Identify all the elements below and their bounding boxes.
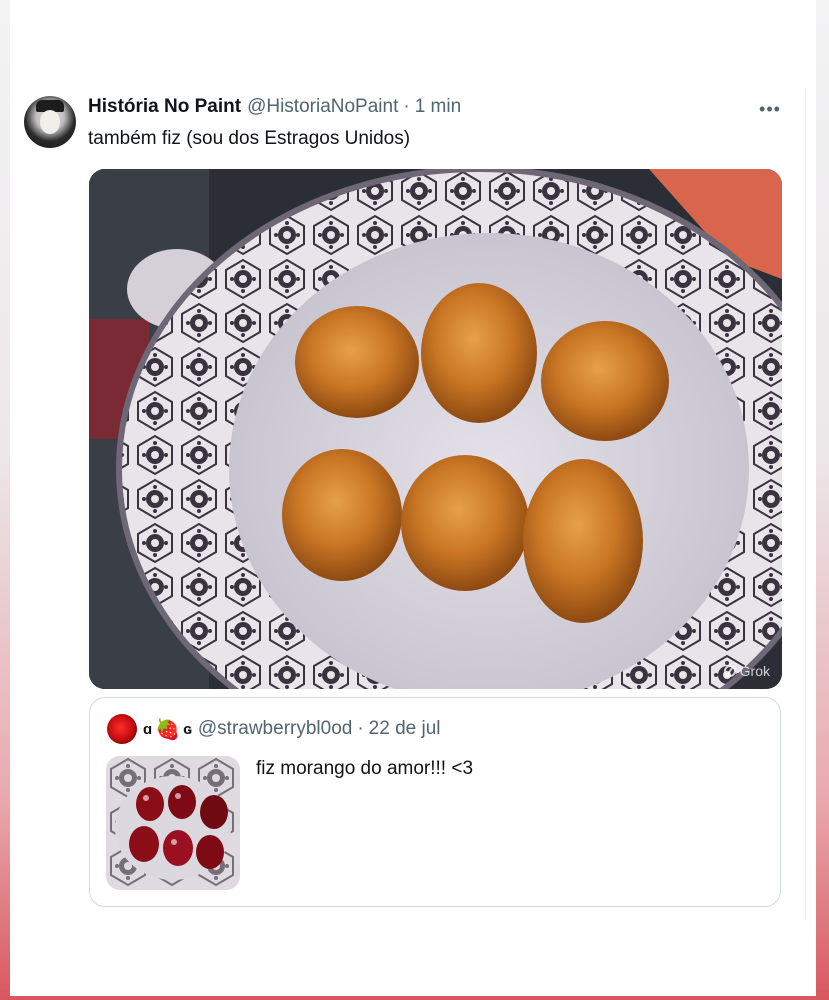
quoted-header-separator: · — [357, 718, 364, 739]
strawberries-photo — [106, 756, 240, 890]
author-name[interactable]: História No Paint — [88, 96, 241, 118]
quoted-author-handle: @strawberrybl0od — [197, 718, 353, 739]
quoted-post-header: ɑ 🍓 ɢ @strawberrybl0od · 22 de jul — [143, 714, 441, 744]
strawberry-icon: 🍓 — [155, 718, 181, 741]
post-timestamp[interactable]: 1 min — [415, 96, 461, 118]
post-media-image[interactable]: Grok — [89, 169, 782, 689]
coxinha-plate-photo — [89, 169, 782, 689]
post-text: também fiz (sou dos Estragos Unidos) — [88, 128, 411, 149]
quoted-post-text: fiz morango do amor!!! <3 — [256, 758, 474, 779]
post-header: História No Paint @HistoriaNoPaint · 1 m… — [88, 96, 461, 122]
grok-label: Grok — [739, 663, 770, 679]
grok-icon — [723, 665, 736, 677]
quoted-post[interactable]: ɑ 🍓 ɢ @strawberrybl0od · 22 de jul fiz m… — [89, 697, 781, 907]
quoted-post-date: 22 de jul — [368, 718, 441, 739]
quoted-name-prefix: ɑ — [143, 720, 153, 738]
quoted-name-suffix: ɢ — [183, 720, 192, 738]
avatar-face — [40, 110, 60, 134]
author-avatar[interactable] — [24, 96, 76, 148]
grok-badge: Grok — [723, 663, 770, 679]
thread-divider — [805, 90, 806, 920]
post-card: História No Paint @HistoriaNoPaint · 1 m… — [10, 0, 816, 996]
quoted-media-thumbnail — [106, 756, 240, 890]
more-options-icon[interactable]: ••• — [756, 96, 784, 122]
header-separator: · — [403, 96, 410, 117]
author-handle[interactable]: @HistoriaNoPaint — [247, 96, 398, 118]
quoted-author-name: ɑ 🍓 ɢ — [143, 717, 192, 742]
quoted-author-avatar — [107, 714, 137, 744]
